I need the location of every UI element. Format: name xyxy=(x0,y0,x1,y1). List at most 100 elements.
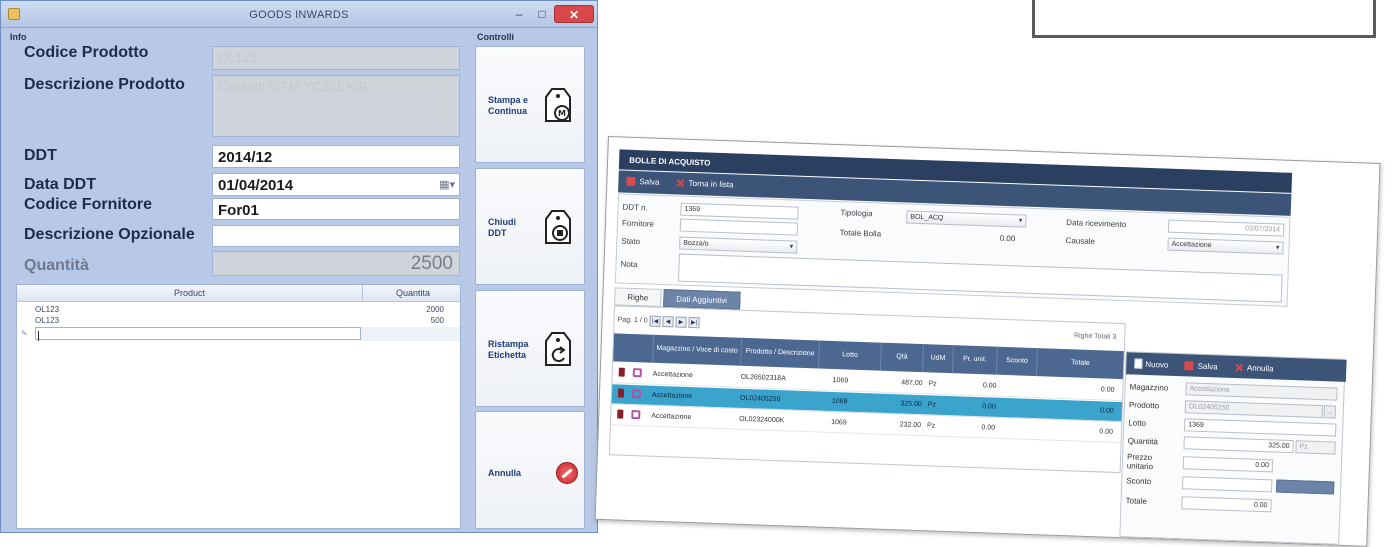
chiudi-ddt-button[interactable]: Chiudi DDT xyxy=(475,168,585,285)
row-prodotto: OL02405250 xyxy=(739,394,781,404)
data-ddt-field[interactable]: 01/04/2014 ▦▾ xyxy=(212,173,460,196)
codice-fornitore-field[interactable]: For01 xyxy=(212,198,460,220)
detail-save-button[interactable]: Salva xyxy=(1184,361,1218,371)
row-magazzino: Accettazione xyxy=(651,412,692,422)
prev-page-button[interactable]: ◀ xyxy=(662,316,674,328)
row-prezzo: 0.00 xyxy=(982,403,996,411)
edit-row-button[interactable] xyxy=(632,368,653,380)
edit-row-button[interactable] xyxy=(631,388,652,401)
back-label: Torna in lista xyxy=(688,178,734,190)
unit-select[interactable]: Pz xyxy=(1295,440,1336,455)
stato-label: Stato xyxy=(621,236,641,247)
new-row[interactable]: ✎ xyxy=(17,327,460,341)
row-product: OL123 xyxy=(35,316,60,325)
causale-select[interactable]: Accettazione xyxy=(1167,237,1284,255)
fornitore-label: Fornitore xyxy=(621,218,655,229)
prezzo-label: Prezzo unitario xyxy=(1126,452,1154,472)
descrizione-opzionale-field[interactable] xyxy=(212,225,460,247)
col-totale[interactable]: Totale xyxy=(1037,348,1124,379)
lotto-field[interactable]: 1369 xyxy=(1184,418,1337,437)
toolbar-save-button[interactable]: Salva xyxy=(626,176,660,187)
pager: Pag. 1 / 0 |◀ ◀ ▶ ▶| xyxy=(617,314,700,329)
calendar-dropdown-icon[interactable]: ▦▾ xyxy=(439,178,455,191)
row-sconto xyxy=(997,386,1037,387)
detail-annulla-button[interactable]: Annulla xyxy=(1234,363,1274,373)
row-lotto: 1069 xyxy=(831,397,848,406)
codice-prodotto-field: OL123 xyxy=(212,46,460,70)
col-qta[interactable]: Qtà xyxy=(880,342,924,373)
sconto-label: Sconto xyxy=(1126,476,1152,487)
cancel-icon xyxy=(556,462,578,484)
detail-toolbar: Nuovo Salva Annulla xyxy=(1126,352,1347,382)
row-product: OL123 xyxy=(35,305,60,314)
righe-grid: Pag. 1 / 0 |◀ ◀ ▶ ▶| Righe Totali 3 Maga… xyxy=(608,305,1126,474)
row-quantity: 2000 xyxy=(426,305,444,314)
col-sconto[interactable]: Sconto xyxy=(996,346,1038,377)
bolle-acquisto-window: BOLLE DI ACQUISTO Salva Torna in lista D… xyxy=(594,136,1381,547)
col-udm[interactable]: UdM xyxy=(922,344,954,374)
trash-icon xyxy=(617,409,624,419)
lotto-label: Lotto xyxy=(1128,418,1147,428)
row-quantity: 500 xyxy=(430,316,444,325)
ddt-field[interactable]: 2014/12 xyxy=(212,145,460,168)
causale-label: Causale xyxy=(1065,236,1096,247)
ristampa-etichetta-button[interactable]: Ristampa Etichetta xyxy=(475,290,585,407)
tab-righe[interactable]: Righe xyxy=(614,287,662,307)
annulla-button[interactable]: Annulla xyxy=(475,411,585,529)
table-row[interactable]: OL123 500 xyxy=(17,315,460,326)
nota-label: Nota xyxy=(620,259,638,270)
col-prezzo[interactable]: Pr. unit. xyxy=(952,345,998,375)
quantita-field[interactable]: 325.00 xyxy=(1183,436,1294,454)
annulla-x-icon xyxy=(1234,363,1243,372)
close-button[interactable]: ✕ xyxy=(554,5,594,23)
maximize-button[interactable]: □ xyxy=(531,5,553,23)
row-qta: 487.00 xyxy=(901,379,923,388)
prezzo-field[interactable]: 0.00 xyxy=(1182,456,1274,473)
table-row[interactable]: OL123 2000 xyxy=(17,304,460,315)
minimize-button[interactable]: – xyxy=(508,5,530,23)
edit-row-button[interactable] xyxy=(631,409,651,422)
col-prodotto[interactable]: Prodotto / Descrizione xyxy=(741,337,820,369)
prodotto-label: Prodotto xyxy=(1128,400,1160,411)
page-indicator: Pag. 1 / 0 xyxy=(617,316,648,325)
next-page-button[interactable]: ▶ xyxy=(675,316,687,328)
prodotto-lookup-button[interactable]: … xyxy=(1323,405,1337,419)
col-quantity[interactable]: Quantita xyxy=(363,285,460,301)
nuovo-button[interactable]: Nuovo xyxy=(1134,358,1169,370)
data-ddt-value: 01/04/2014 xyxy=(218,177,294,194)
sconto-field[interactable] xyxy=(1182,476,1273,493)
last-page-button[interactable]: ▶| xyxy=(688,316,700,329)
row-prodotto: OL02324000K xyxy=(739,415,785,425)
row-count: Righe Totali 3 xyxy=(1073,332,1117,341)
col-product[interactable]: Product xyxy=(17,285,363,301)
framed-box xyxy=(1032,0,1376,38)
title-bar: GOODS INWARDS – □ ✕ xyxy=(1,1,597,28)
prodotto-field[interactable]: OL02405250 xyxy=(1184,400,1324,419)
row-lotto: 1069 xyxy=(832,376,849,385)
stampa-continua-button[interactable]: Stampa e Continua M xyxy=(475,46,585,163)
fornitore-field[interactable] xyxy=(679,218,799,236)
col-lotto[interactable]: Lotto xyxy=(819,340,882,371)
nota-field[interactable] xyxy=(677,253,1283,303)
magazzino-label: Magazzino xyxy=(1129,382,1169,393)
row-udm: Pz xyxy=(928,380,937,388)
ddt-number-field[interactable]: 1369 xyxy=(680,202,799,220)
col-magazzino[interactable]: Magazzino / Voce di costo xyxy=(653,334,743,366)
ristampa-etichetta-label: Ristampa Etichetta xyxy=(488,339,529,360)
delete-row-button[interactable] xyxy=(613,367,633,379)
save-icon xyxy=(1184,361,1194,371)
data-ricevimento-field[interactable]: 03/07/2014 xyxy=(1167,219,1285,237)
stato-select[interactable]: Bozza/o xyxy=(679,236,798,254)
delete-row-button[interactable] xyxy=(611,409,631,421)
sconto-type-select[interactable] xyxy=(1275,479,1335,495)
delete-row-button[interactable] xyxy=(612,388,632,400)
document-icon xyxy=(631,388,642,399)
ddt-label: DDT xyxy=(24,147,57,164)
tipologia-select[interactable]: BOL_ACQ xyxy=(906,210,1027,228)
nuovo-label: Nuovo xyxy=(1145,359,1169,370)
close-tag-icon xyxy=(545,210,571,244)
toolbar-back-button[interactable]: Torna in lista xyxy=(675,178,734,190)
first-page-button[interactable]: |◀ xyxy=(649,315,661,327)
magazzino-select[interactable]: Accettazione xyxy=(1185,382,1338,401)
new-row-input[interactable] xyxy=(35,327,361,341)
